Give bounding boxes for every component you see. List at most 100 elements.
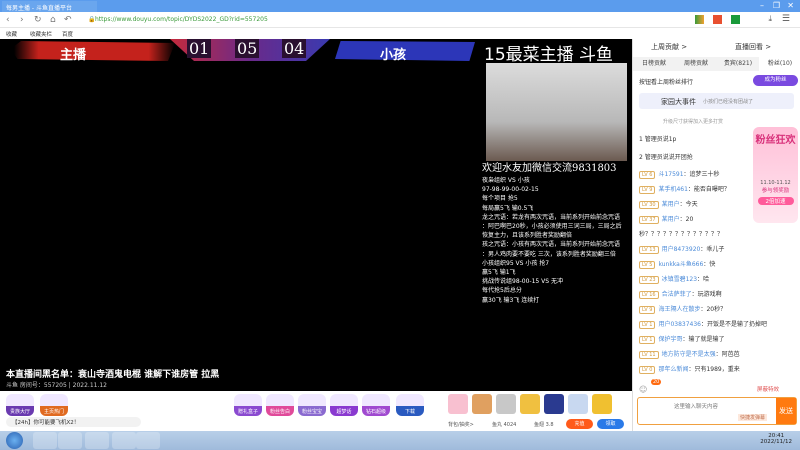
blacklist-caption: 本直播间黑名单：衰山寺酒鬼电棍 谁解下谁房管 拉黑: [6, 370, 220, 380]
score: 05: [235, 39, 260, 58]
taskbar-obs-icon[interactable]: [112, 432, 136, 449]
notice-banner: 【24h】你可能要飞机X2！: [6, 417, 141, 427]
browser-tab[interactable]: 每男主播 - 斗鱼直播平台: [2, 1, 97, 12]
level-badge: LV 5: [639, 261, 656, 269]
chat-input[interactable]: 这里输入聊天内容 快捷发弹幕 发送: [637, 397, 797, 425]
bookmark-item[interactable]: 百度: [62, 30, 73, 38]
chat-username[interactable]: 用户8473920: [662, 246, 701, 253]
rank-tab[interactable]: 周榜贡献: [675, 57, 717, 71]
chat-username[interactable]: 合法萨菲了: [662, 291, 692, 298]
chat-username[interactable]: 斗17591: [658, 171, 683, 178]
start-button[interactable]: [6, 432, 23, 449]
promo-button[interactable]: 2倍加速: [757, 197, 794, 205]
undo-icon[interactable]: ↶: [64, 15, 72, 25]
shield-effects-toggle[interactable]: 屏蔽特效: [757, 385, 779, 393]
level-badge: LV 37: [639, 216, 659, 224]
fan-promo[interactable]: 粉丝狂欢 11.10-11.12 参与领奖励 2倍加速: [753, 127, 798, 223]
gift-shortcut-button[interactable]: 主页热门: [40, 394, 68, 416]
claim-button[interactable]: 领取: [597, 419, 624, 429]
chat-username[interactable]: kunkka斗鱼666: [658, 261, 703, 268]
level-badge: LV 9: [639, 306, 656, 314]
home-icon[interactable]: ⌂: [50, 15, 56, 25]
gift-shortcut-button[interactable]: 粉丝宝宝: [298, 394, 326, 416]
chat-username[interactable]: 海王隔人在散步: [658, 306, 700, 313]
chat-username[interactable]: 某用户: [662, 216, 680, 223]
taskbar-browser-icon[interactable]: [58, 432, 82, 449]
gift-item[interactable]: [520, 394, 540, 414]
gift-shortcut-button[interactable]: 贵族大厅: [6, 394, 34, 416]
refresh-icon[interactable]: ↻: [34, 15, 42, 25]
bookmark-item[interactable]: 收藏夹栏: [30, 30, 52, 38]
level-badge: LV 30: [639, 201, 659, 209]
gift-item[interactable]: [496, 394, 516, 414]
level-badge: LV 11: [639, 351, 659, 359]
replay-link[interactable]: 直播回看 >: [735, 42, 771, 52]
chat-username[interactable]: 某手机461: [658, 186, 687, 193]
chat-username[interactable]: 某用户: [662, 201, 680, 208]
gift-shortcut-button[interactable]: 超梦话: [330, 394, 358, 416]
send-button[interactable]: 发送: [776, 398, 796, 424]
forward-icon[interactable]: ›: [20, 15, 24, 25]
overlay-line: 孩之咒语：小孩有两次咒语，当前系列开始前念咒语: [482, 241, 621, 249]
chat-username[interactable]: 用户03837436: [658, 321, 701, 328]
gift-item[interactable]: [448, 394, 468, 414]
download-icon[interactable]: ⤓: [768, 14, 772, 24]
maximize-icon[interactable]: ❐: [773, 1, 780, 10]
rank-tabs: 日榜贡献 周榜贡献 贵宾(821) 粉丝(10): [633, 57, 800, 71]
rank-tab[interactable]: 贵宾(821): [717, 57, 759, 71]
shield-ext-icon[interactable]: [731, 15, 740, 24]
taskbar-app-icon[interactable]: [85, 432, 109, 449]
rank-tab[interactable]: 日榜贡献: [633, 57, 675, 71]
chat-message: LV 37 某用户：20: [639, 214, 693, 224]
gift-item[interactable]: [568, 394, 588, 414]
minimize-icon[interactable]: –: [760, 1, 764, 10]
emoji-icon[interactable]: ☺: [639, 385, 647, 394]
gift-shortcut-button[interactable]: 赠礼盒子: [234, 394, 262, 416]
chat-message: LV 30 某用户：今天: [639, 199, 698, 209]
chat-message: LV 6 斗17591：追梦三十秒: [639, 169, 720, 179]
quick-danmu[interactable]: 快捷发弹幕: [738, 414, 768, 421]
chat-message: LV 0 那年么新闻：只有1989，重来: [639, 364, 740, 374]
chat-text: ：追梦三十秒: [683, 171, 720, 178]
gift-shortcut-button[interactable]: 粉丝告白: [266, 394, 294, 416]
recharge-button[interactable]: 充值: [566, 419, 593, 429]
gift-item[interactable]: [472, 394, 492, 414]
gift-item[interactable]: [544, 394, 564, 414]
gift-item[interactable]: [592, 394, 612, 414]
rank-tab[interactable]: 粉丝(10): [759, 57, 800, 71]
menu-icon[interactable]: ☰: [782, 14, 790, 24]
taskbar-app-icon[interactable]: [136, 432, 160, 449]
chat-username[interactable]: 保护宇哥: [658, 336, 682, 343]
bookmark-item[interactable]: 收藏: [6, 30, 17, 38]
chat-username[interactable]: 那年么新闻: [658, 366, 688, 373]
overlay-line: 龙之咒语：若龙有两次咒语，当前系列开始前念咒语: [482, 213, 621, 221]
url-input[interactable]: https://www.douyu.com/topic/DYDS2022_GD?…: [95, 16, 268, 23]
close-icon[interactable]: ✕: [787, 1, 794, 10]
chat-text: ：阿芭芭: [715, 351, 740, 358]
taskbar-app-icon[interactable]: [33, 432, 57, 449]
chat-message: LV 1 保护宇哥：输了就是输了: [639, 334, 724, 344]
gift-shortcut-button[interactable]: 下载: [396, 394, 424, 416]
chat-text: ：只有1989，重来: [688, 366, 740, 373]
chat-text: ：输了就是输了: [682, 336, 725, 343]
gift-bar: 贵族大厅 主页热门 赠礼盒子 粉丝告白 粉丝宝宝 超梦话 钻石超级 下载 【24h】你可能要飞…: [0, 391, 632, 431]
ext-icon[interactable]: [713, 15, 722, 24]
overlay-line: 每个项目 抢5: [482, 195, 518, 203]
become-fan-button[interactable]: 成为粉丝: [753, 75, 798, 86]
back-icon[interactable]: ‹: [6, 15, 10, 25]
chat-username[interactable]: 地方防守是不是太强: [662, 351, 716, 358]
chat-text: ：玩游戏啊: [691, 291, 722, 298]
chat-message: LV 16 合法萨菲了：玩游戏啊: [639, 289, 722, 299]
video-player[interactable]: 主播 01 05 04 小孩 15最菜主播 斗鱼 欢迎水友加微信交流983180…: [0, 39, 632, 391]
clock[interactable]: 20:41 2022/11/12: [760, 433, 792, 445]
backpack-link[interactable]: 背包/抽奖>: [448, 421, 474, 428]
last-week-link[interactable]: 上周贡献 >: [651, 42, 687, 52]
level-badge: LV 1: [639, 321, 656, 329]
overlay-line: ：男人鸡肉要不要吃 三次，该系列胜者奖励翻三倍: [482, 250, 616, 258]
chat-message: LV 9 某手机461：能否自曝吧？: [639, 184, 730, 194]
chat-username[interactable]: 冰镇雪碧123: [662, 276, 697, 283]
level-badge: LV 13: [639, 246, 659, 254]
event-banner[interactable]: 家园大事件 小孩们已经没有团战了: [639, 93, 794, 109]
apps-icon[interactable]: [695, 15, 704, 24]
gift-shortcut-button[interactable]: 钻石超级: [362, 394, 390, 416]
